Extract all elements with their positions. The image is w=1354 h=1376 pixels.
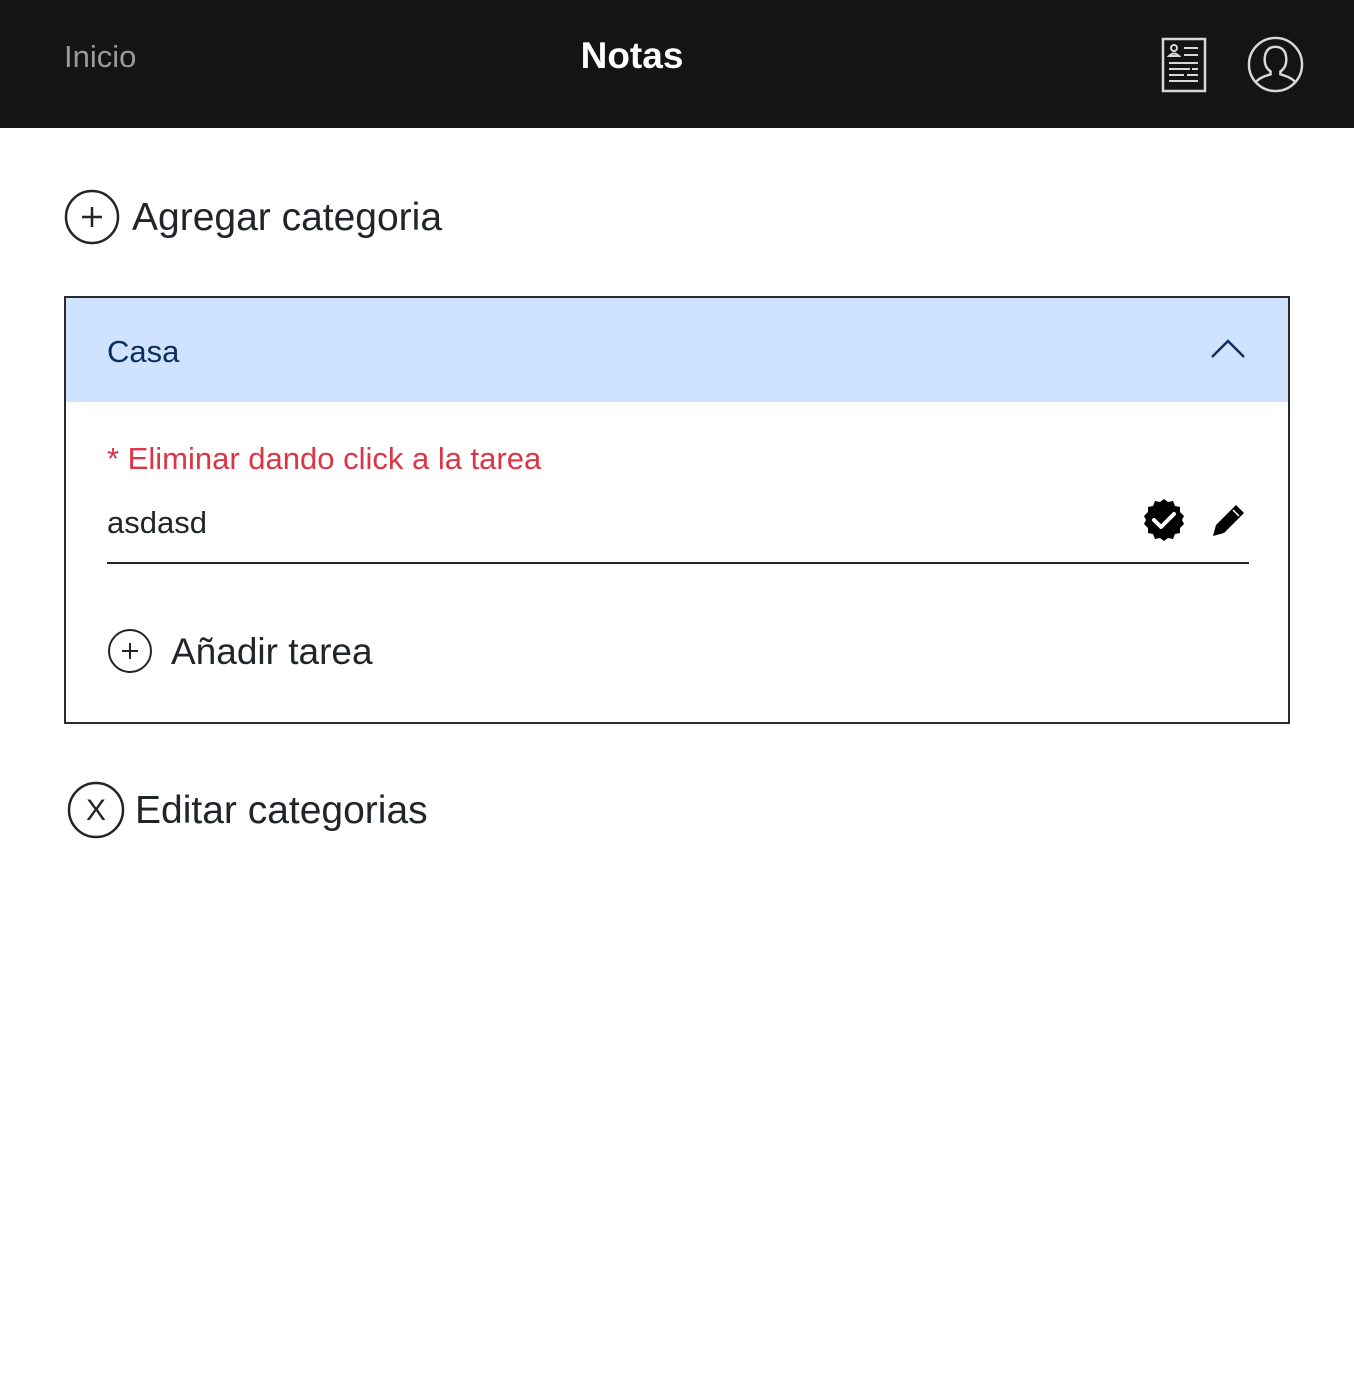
add-task-label: Añadir tarea [171,630,373,672]
add-category-button[interactable]: Agregar categoria [64,189,442,245]
user-profile-icon[interactable] [1246,35,1305,94]
category-accordion: Casa * Eliminar dando click a la tarea a… [64,296,1290,724]
delete-hint: * Eliminar dando click a la tarea [107,441,542,476]
x-glyph: X [86,794,106,827]
add-category-label: Agregar categoria [132,195,443,239]
chevron-up-icon [1211,339,1245,358]
x-circle-icon: X [67,781,125,839]
category-name: Casa [107,334,180,369]
plus-circle-icon [108,629,152,673]
category-header[interactable]: Casa [66,298,1288,402]
top-navbar: Inicio Notas [0,0,1354,128]
check-badge-icon[interactable] [1142,498,1186,542]
notes-list-icon[interactable] [1160,36,1208,94]
edit-categories-button[interactable]: X Editar categorias [67,781,428,839]
task-text: asdasd [107,505,207,540]
task-item[interactable]: asdasd [107,496,1249,564]
plus-circle-icon [64,189,120,245]
edit-categories-label: Editar categorias [135,788,428,832]
pencil-icon[interactable] [1211,502,1247,538]
page-title: Notas [580,35,684,76]
add-task-button[interactable]: Añadir tarea [107,628,373,674]
